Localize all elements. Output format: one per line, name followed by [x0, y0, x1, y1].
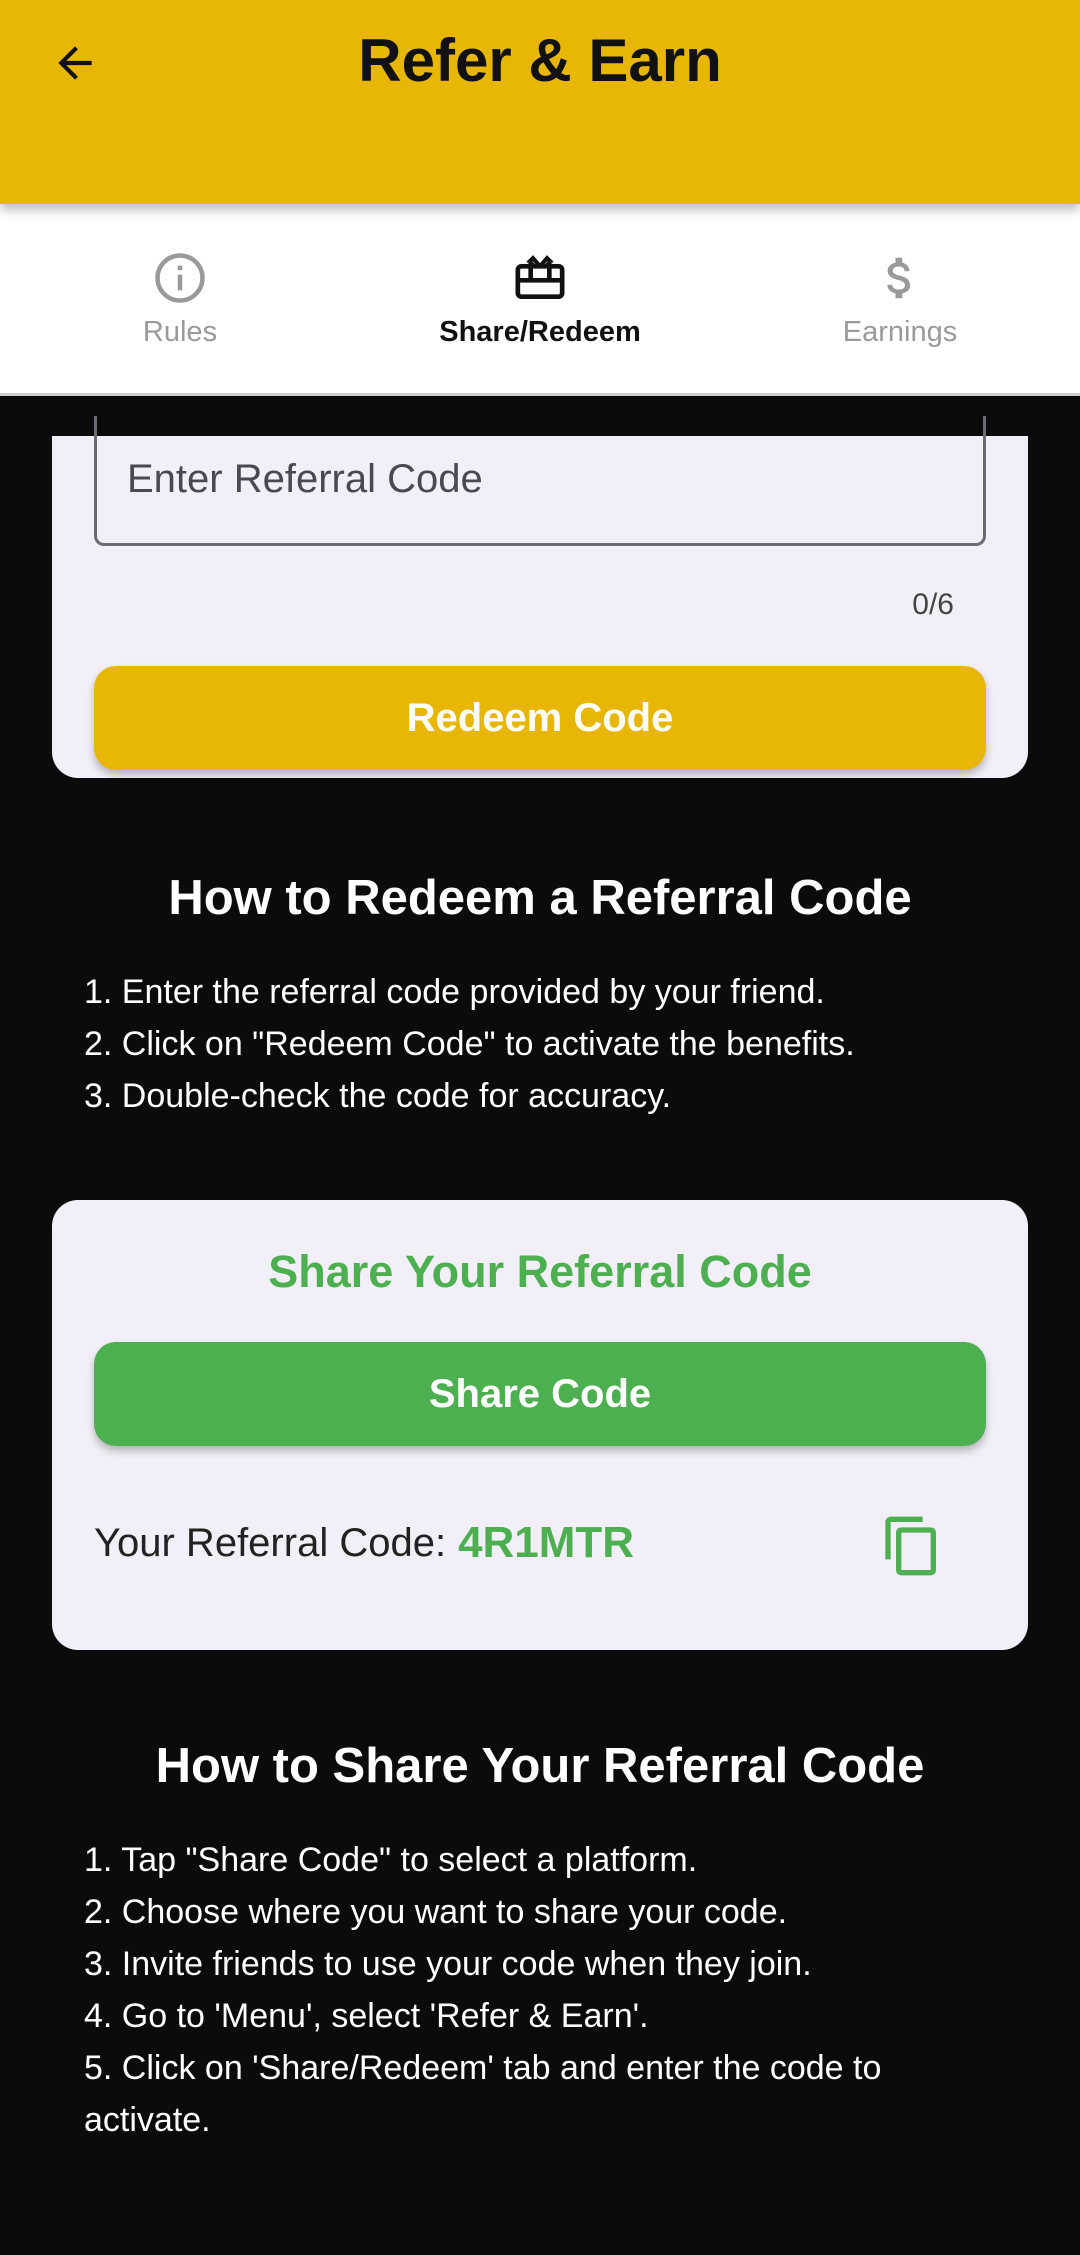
how-to-share-title: How to Share Your Referral Code: [155, 1739, 925, 1793]
redeem-card: Enter Referral Code 0/6 Redeem Code: [52, 416, 1028, 778]
gift-card-icon: [512, 250, 568, 306]
tab-share-redeem[interactable]: Share/Redeem: [360, 204, 720, 393]
referral-code-row: Your Referral Code: 4R1MTR: [94, 1516, 974, 1576]
list-item: 2. Click on "Redeem Code" to activate th…: [84, 1025, 855, 1063]
app-bar: Refer & Earn: [0, 0, 1080, 204]
referral-code-label: Your Referral Code:: [94, 1520, 447, 1565]
character-counter: 0/6: [912, 588, 954, 621]
tab-earnings[interactable]: Earnings: [720, 204, 1080, 393]
list-item: 1. Tap "Share Code" to select a platform…: [84, 1841, 698, 1879]
list-item: 3. Invite friends to use your code when …: [84, 1945, 812, 1983]
share-card-title: Share Your Referral Code: [268, 1246, 812, 1297]
referral-code-input[interactable]: Enter Referral Code: [94, 416, 986, 546]
share-card: Share Your Referral Code Share Code Your…: [52, 1200, 1028, 1650]
referral-code-placeholder: Enter Referral Code: [127, 457, 483, 501]
tab-rules[interactable]: Rules: [0, 204, 360, 393]
page-title: Refer & Earn: [358, 27, 722, 94]
dollar-icon: [872, 250, 928, 306]
how-to-share-steps: 1. Tap "Share Code" to select a platform…: [84, 1834, 1004, 2146]
refer-earn-screen: Refer & Earn Rules Share/Redeem Earnings…: [0, 0, 1080, 2255]
tab-rules-label: Rules: [142, 316, 218, 348]
list-item: 2. Choose where you want to share your c…: [84, 1893, 788, 1931]
share-code-button[interactable]: Share Code: [94, 1342, 986, 1446]
list-item: 4. Go to 'Menu', select 'Refer & Earn'.: [84, 1997, 649, 2035]
list-item: 5. Click on 'Share/Redeem' tab and enter…: [84, 2049, 882, 2139]
how-to-redeem-title: How to Redeem a Referral Code: [168, 871, 912, 925]
redeem-code-button[interactable]: Redeem Code: [94, 666, 986, 770]
how-to-redeem-steps: 1. Enter the referral code provided by y…: [84, 966, 1004, 1122]
tab-content[interactable]: Enter Referral Code 0/6 Redeem Code How …: [0, 396, 1080, 2255]
referral-code-value: 4R1MTR: [458, 1518, 635, 1567]
copy-button[interactable]: [876, 1510, 948, 1582]
tab-earnings-label: Earnings: [842, 316, 958, 348]
list-item: 3. Double-check the code for accuracy.: [84, 1077, 672, 1115]
tab-share-redeem-label: Share/Redeem: [439, 316, 641, 348]
tab-bar: Rules Share/Redeem Earnings: [0, 204, 1080, 396]
list-item: 1. Enter the referral code provided by y…: [84, 973, 825, 1011]
copy-icon: [885, 1516, 936, 1576]
info-circle-icon: [152, 250, 208, 306]
